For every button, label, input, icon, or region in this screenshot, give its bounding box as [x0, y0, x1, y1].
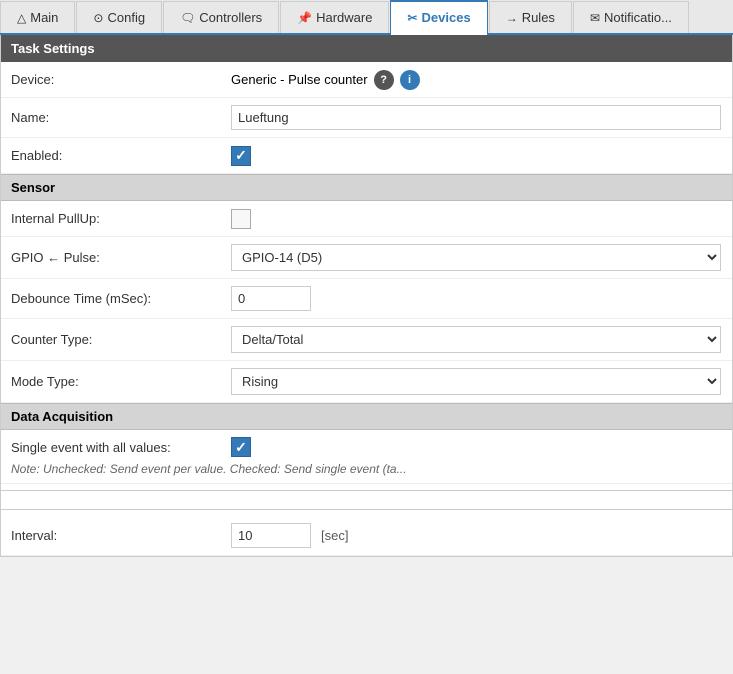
tab-bar: △ Main ⊙ Config 🗨 Controllers 📌 Hardware… [0, 0, 733, 35]
device-value-container: Generic - Pulse counter ? i [231, 70, 722, 90]
config-icon: ⊙ [93, 11, 103, 25]
data-acq-header: Data Acquisition [1, 403, 732, 430]
tab-hardware[interactable]: 📌 Hardware [280, 1, 389, 33]
tab-notifications-label: Notificatio... [604, 10, 672, 25]
internal-pullup-checkbox[interactable] [231, 209, 251, 229]
spacer [1, 497, 732, 503]
single-event-row: Single event with all values: Note: Unch… [1, 430, 732, 484]
gpio-select[interactable]: GPIO-14 (D5) GPIO-0 (D3) GPIO-2 (D4) GPI… [231, 244, 721, 271]
info-icon[interactable]: i [400, 70, 420, 90]
tab-hardware-label: Hardware [316, 10, 372, 25]
tab-main-label: Main [30, 10, 58, 25]
tab-rules[interactable]: → Rules [489, 1, 572, 33]
help-icon[interactable]: ? [374, 70, 394, 90]
notifications-icon: ✉ [590, 11, 600, 25]
sensor-header: Sensor [1, 174, 732, 201]
single-event-inner: Single event with all values: [11, 437, 722, 457]
name-label: Name: [11, 110, 231, 125]
note-container: Note: Unchecked: Send event per value. C… [11, 461, 407, 476]
enabled-checkbox[interactable] [231, 146, 251, 166]
interval-unit: [sec] [321, 528, 348, 543]
device-row: Device: Generic - Pulse counter ? i [1, 62, 732, 98]
enabled-label: Enabled: [11, 148, 231, 163]
task-settings-header: Task Settings [1, 35, 732, 62]
rules-icon: → [506, 11, 518, 25]
internal-pullup-value [231, 209, 722, 229]
tab-notifications[interactable]: ✉ Notificatio... [573, 1, 689, 33]
tab-rules-label: Rules [522, 10, 555, 25]
note-text: Note: Unchecked: Send event per value. C… [11, 462, 407, 476]
controllers-icon: 🗨 [180, 11, 195, 25]
interval-value-container: [sec] [231, 523, 722, 548]
interval-input[interactable] [231, 523, 311, 548]
mode-type-value: Rising Falling Change [231, 368, 722, 395]
mode-type-label: Mode Type: [11, 374, 231, 389]
name-row: Name: [1, 98, 732, 138]
tab-devices-label: Devices [422, 10, 471, 25]
mode-type-row: Mode Type: Rising Falling Change [1, 361, 732, 403]
section-divider [1, 490, 732, 491]
section-divider-2 [1, 509, 732, 510]
internal-pullup-row: Internal PullUp: [1, 201, 732, 237]
tab-controllers-label: Controllers [199, 10, 262, 25]
single-event-label: Single event with all values: [11, 440, 231, 455]
content-area: Task Settings Device: Generic - Pulse co… [0, 35, 733, 557]
gpio-row: GPIO ← Pulse: GPIO-14 (D5) GPIO-0 (D3) G… [1, 237, 732, 279]
tab-devices[interactable]: ✂ Devices [390, 0, 487, 35]
name-input[interactable] [231, 105, 721, 130]
gpio-label: GPIO ← Pulse: [11, 250, 231, 265]
enabled-row: Enabled: [1, 138, 732, 174]
counter-type-label: Counter Type: [11, 332, 231, 347]
mode-type-select[interactable]: Rising Falling Change [231, 368, 721, 395]
hardware-icon: 📌 [297, 11, 312, 25]
debounce-label: Debounce Time (mSec): [11, 291, 231, 306]
name-value-container [231, 105, 722, 130]
counter-type-value: Delta/Total Total Delta [231, 326, 722, 353]
device-value-text: Generic - Pulse counter [231, 72, 368, 87]
device-label: Device: [11, 72, 231, 87]
tab-controllers[interactable]: 🗨 Controllers [163, 1, 279, 33]
debounce-value [231, 286, 722, 311]
enabled-value-container [231, 146, 722, 166]
single-event-checkbox[interactable] [231, 437, 251, 457]
single-event-value [231, 437, 722, 457]
devices-icon: ✂ [407, 11, 417, 25]
interval-label: Interval: [11, 528, 231, 543]
tab-main[interactable]: △ Main [0, 1, 75, 33]
interval-row: Interval: [sec] [1, 516, 732, 556]
debounce-row: Debounce Time (mSec): [1, 279, 732, 319]
main-icon: △ [17, 11, 26, 25]
tab-config[interactable]: ⊙ Config [76, 1, 162, 33]
debounce-input[interactable] [231, 286, 311, 311]
internal-pullup-label: Internal PullUp: [11, 211, 231, 226]
gpio-value: GPIO-14 (D5) GPIO-0 (D3) GPIO-2 (D4) GPI… [231, 244, 722, 271]
counter-type-select[interactable]: Delta/Total Total Delta [231, 326, 721, 353]
tab-config-label: Config [107, 10, 145, 25]
counter-type-row: Counter Type: Delta/Total Total Delta [1, 319, 732, 361]
